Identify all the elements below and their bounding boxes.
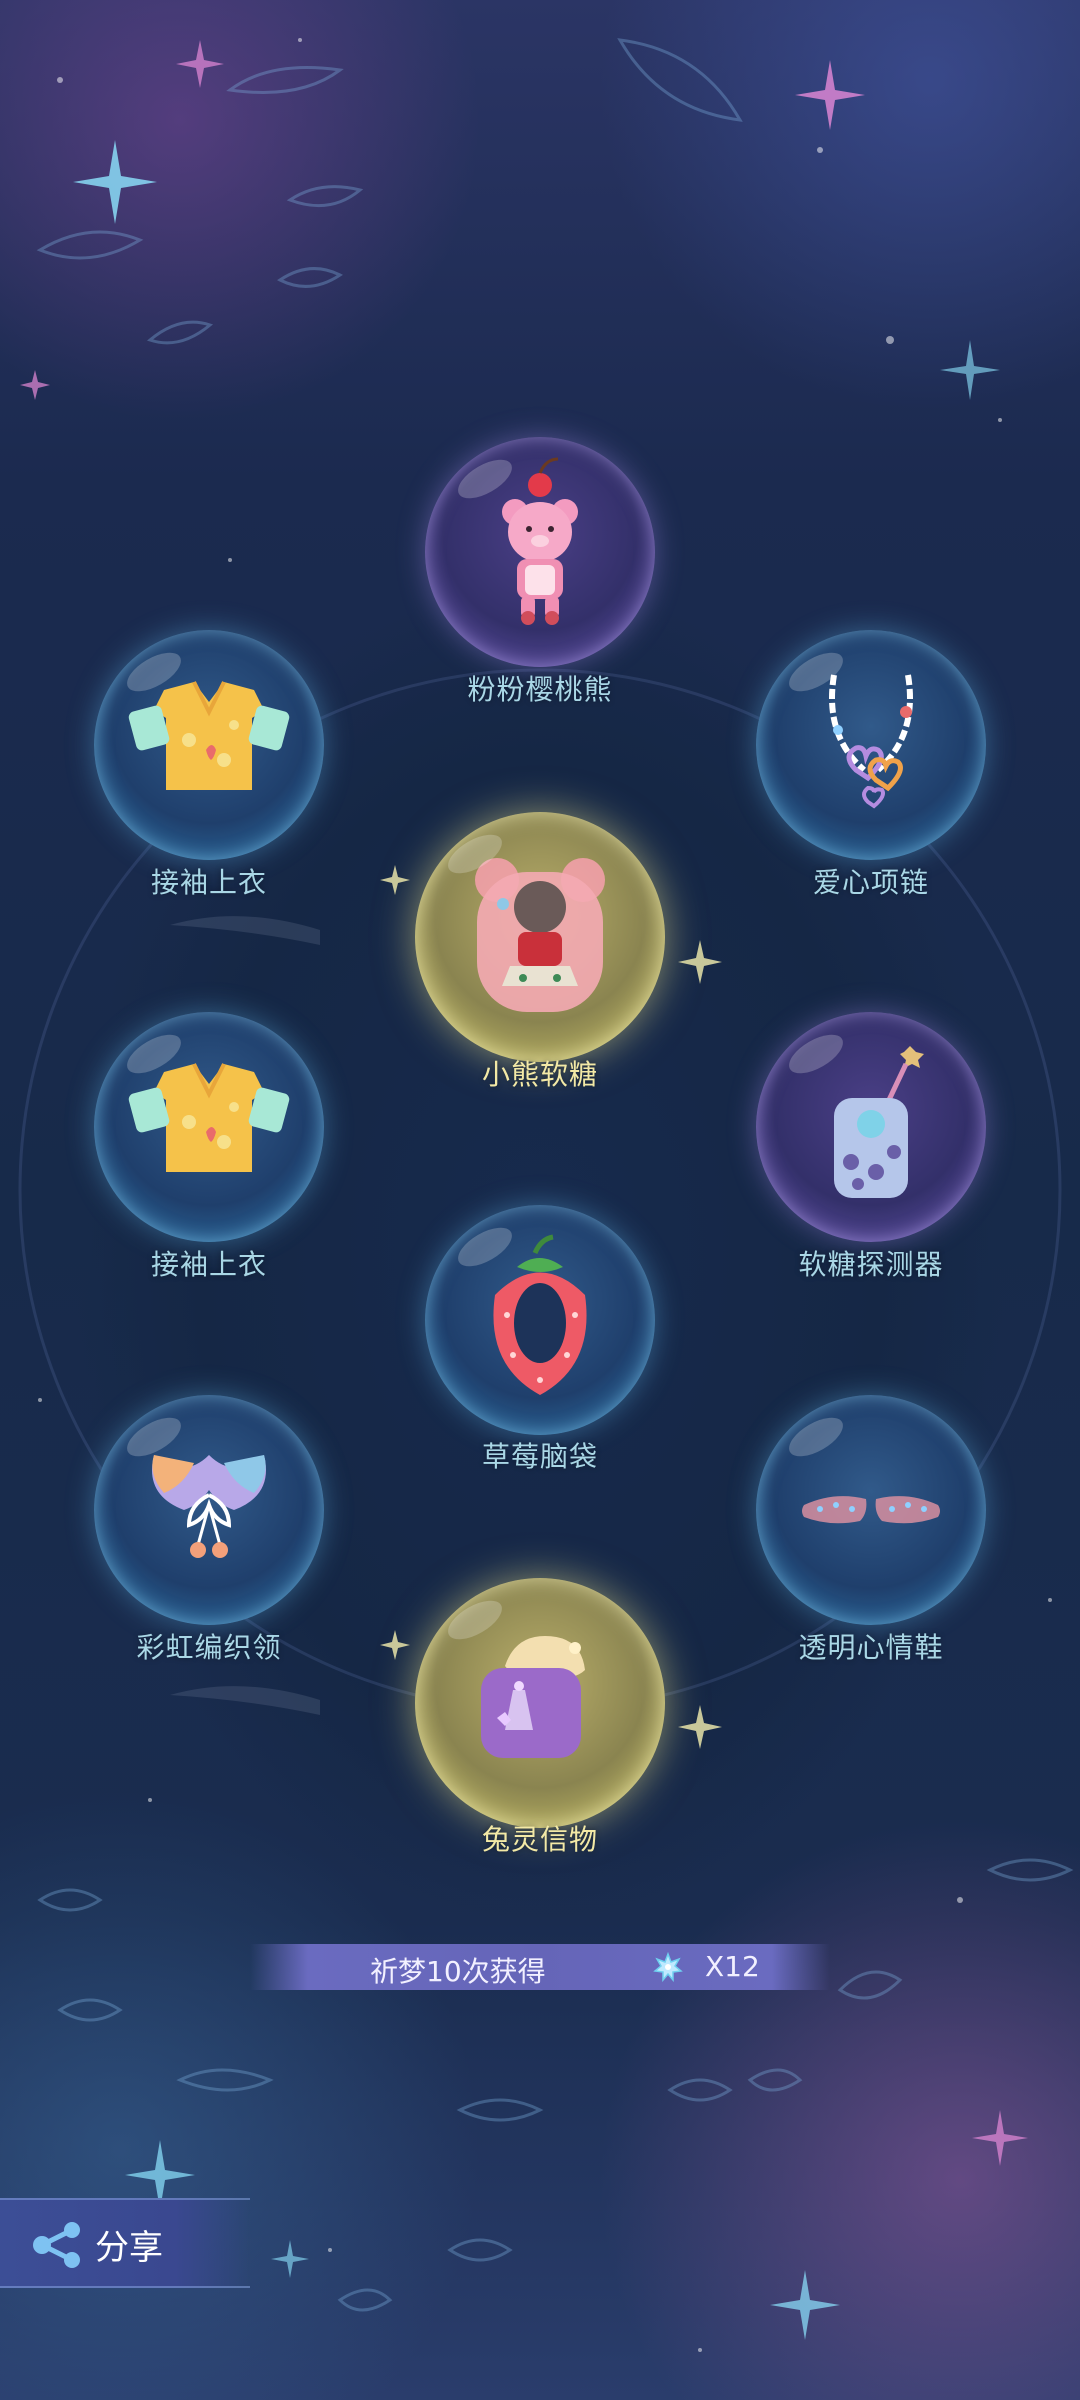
item-label-bear-gummy: 小熊软糖 [481, 1058, 598, 1091]
item-label-pink-cherry-bear: 粉粉樱桃熊 [467, 673, 613, 706]
item-bubble-heart-necklace[interactable] [756, 630, 986, 860]
item-label-clear-mood-shoes: 透明心情鞋 [798, 1631, 944, 1664]
share-label: 分享 [95, 2228, 163, 2268]
item-label-rainbow-collar: 彩虹编织领 [136, 1631, 282, 1664]
item-bubble-rabbit-token[interactable] [415, 1578, 665, 1828]
item-label-gummy-detector: 软糖探测器 [798, 1248, 944, 1281]
pink-cherry-bear-icon [502, 457, 578, 625]
item-label-sleeve-top-2: 接袖上衣 [150, 1248, 267, 1281]
item-bubble-gummy-detector[interactable] [756, 1012, 986, 1242]
item-bubble-clear-mood-shoes[interactable] [756, 1395, 986, 1625]
sleeve-top-icon [128, 1063, 290, 1172]
item-bubble-pink-cherry-bear[interactable] [425, 437, 655, 667]
item-bubble-sleeve-top-2[interactable] [94, 1012, 324, 1242]
heart-necklace-icon [829, 674, 913, 809]
item-label-sleeve-top-1: 接袖上衣 [150, 866, 267, 899]
sleeve-top-icon [128, 681, 290, 790]
item-bubble-bear-gummy[interactable] [415, 812, 665, 1062]
share-button[interactable]: 分享 [0, 2198, 250, 2288]
item-bubble-rainbow-collar[interactable] [94, 1395, 324, 1625]
item-label-strawberry-head: 草莓脑袋 [481, 1440, 598, 1473]
star-crystal-icon [653, 1952, 683, 1982]
rabbit-token-icon [481, 1636, 585, 1758]
reward-text: 祈梦10次获得 [370, 1955, 546, 1988]
item-label-rabbit-token: 兔灵信物 [481, 1823, 598, 1856]
gummy-detector-icon [834, 1046, 924, 1198]
reward-count: X12 [705, 1950, 760, 1983]
rainbow-collar-icon [152, 1455, 266, 1558]
item-bubble-sleeve-top[interactable] [94, 630, 324, 860]
clear-mood-shoes-icon [802, 1496, 940, 1524]
item-label-heart-necklace: 爱心项链 [812, 866, 929, 899]
reward-banner: 祈梦10次获得 X12 [250, 1944, 830, 1990]
strawberry-head-icon [493, 1234, 587, 1395]
item-bubble-strawberry-head[interactable] [425, 1205, 655, 1435]
bear-gummy-icon [475, 858, 605, 1012]
share-icon [33, 2222, 80, 2268]
